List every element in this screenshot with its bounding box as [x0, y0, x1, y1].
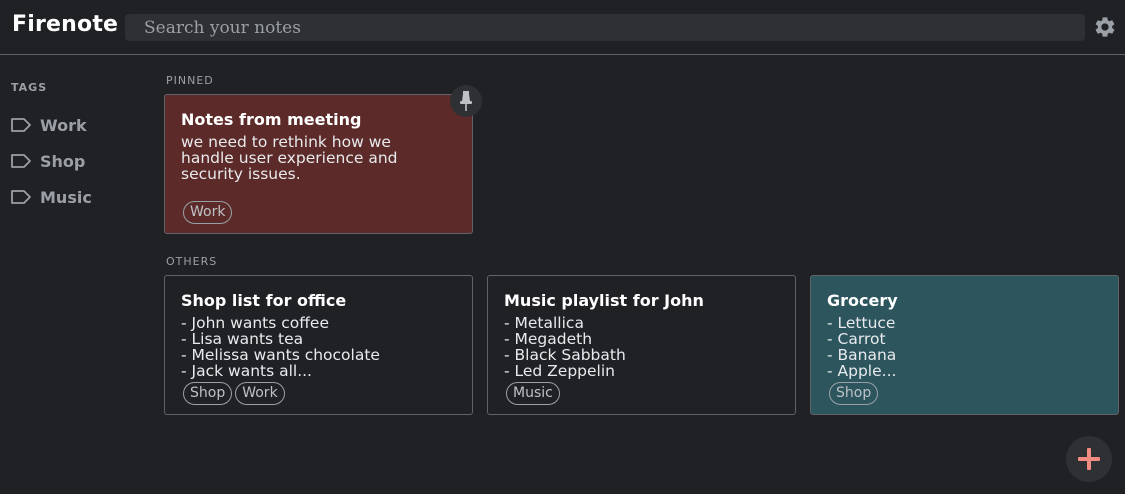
sidebar-item-music[interactable]: Music [10, 185, 140, 209]
note-tags: Shop [829, 382, 879, 405]
sidebar-item-work[interactable]: Work [10, 113, 140, 137]
sidebar-item-label: Shop [40, 151, 86, 171]
sidebar-item-label: Music [40, 187, 92, 207]
note-body: we need to rethink how we handle user ex… [181, 134, 398, 183]
note-card[interactable]: Grocery - Lettuce - Carrot - Banana - Ap… [810, 275, 1119, 415]
pinned-section-label: PINNED [166, 74, 214, 87]
note-card[interactable]: Shop list for office - John wants coffee… [164, 275, 473, 415]
note-body: - John wants coffee - Lisa wants tea - M… [181, 315, 380, 379]
top-bar: Firenote [0, 0, 1125, 55]
sidebar-item-shop[interactable]: Shop [10, 149, 140, 173]
note-body: - Metallica - Megadeth - Black Sabbath -… [504, 315, 626, 379]
note-tag-chip[interactable]: Music [506, 382, 560, 405]
note-card-pinned[interactable]: Notes from meeting we need to rethink ho… [164, 94, 473, 234]
gear-icon [1095, 17, 1115, 37]
sidebar: TAGS Work Shop Music [0, 55, 150, 494]
note-title: Music playlist for John [504, 291, 704, 310]
add-note-button[interactable] [1066, 436, 1112, 482]
note-tags: Shop Work [183, 382, 285, 405]
tags-heading: TAGS [11, 81, 48, 94]
plus-icon [1078, 448, 1100, 470]
note-tags: Work [183, 201, 233, 224]
sidebar-item-label: Work [40, 115, 87, 135]
label-icon [11, 190, 31, 204]
search-input[interactable] [125, 14, 1085, 41]
note-card[interactable]: Music playlist for John - Metallica - Me… [487, 275, 796, 415]
pin-icon [460, 91, 472, 111]
label-icon [11, 118, 31, 132]
others-section-label: OTHERS [166, 255, 218, 268]
settings-button[interactable] [1093, 15, 1117, 39]
note-tag-chip[interactable]: Work [235, 382, 285, 405]
note-tag-chip[interactable]: Shop [829, 382, 879, 405]
note-tag-chip[interactable]: Work [183, 201, 233, 224]
note-title: Notes from meeting [181, 110, 362, 129]
label-icon [11, 154, 31, 168]
note-title: Grocery [827, 291, 898, 310]
note-title: Shop list for office [181, 291, 347, 310]
note-tag-chip[interactable]: Shop [183, 382, 233, 405]
note-body: - Lettuce - Carrot - Banana - Apple... [827, 315, 897, 379]
note-tags: Music [506, 382, 560, 405]
unpin-button[interactable] [450, 85, 482, 117]
app-title: Firenote [12, 12, 119, 37]
